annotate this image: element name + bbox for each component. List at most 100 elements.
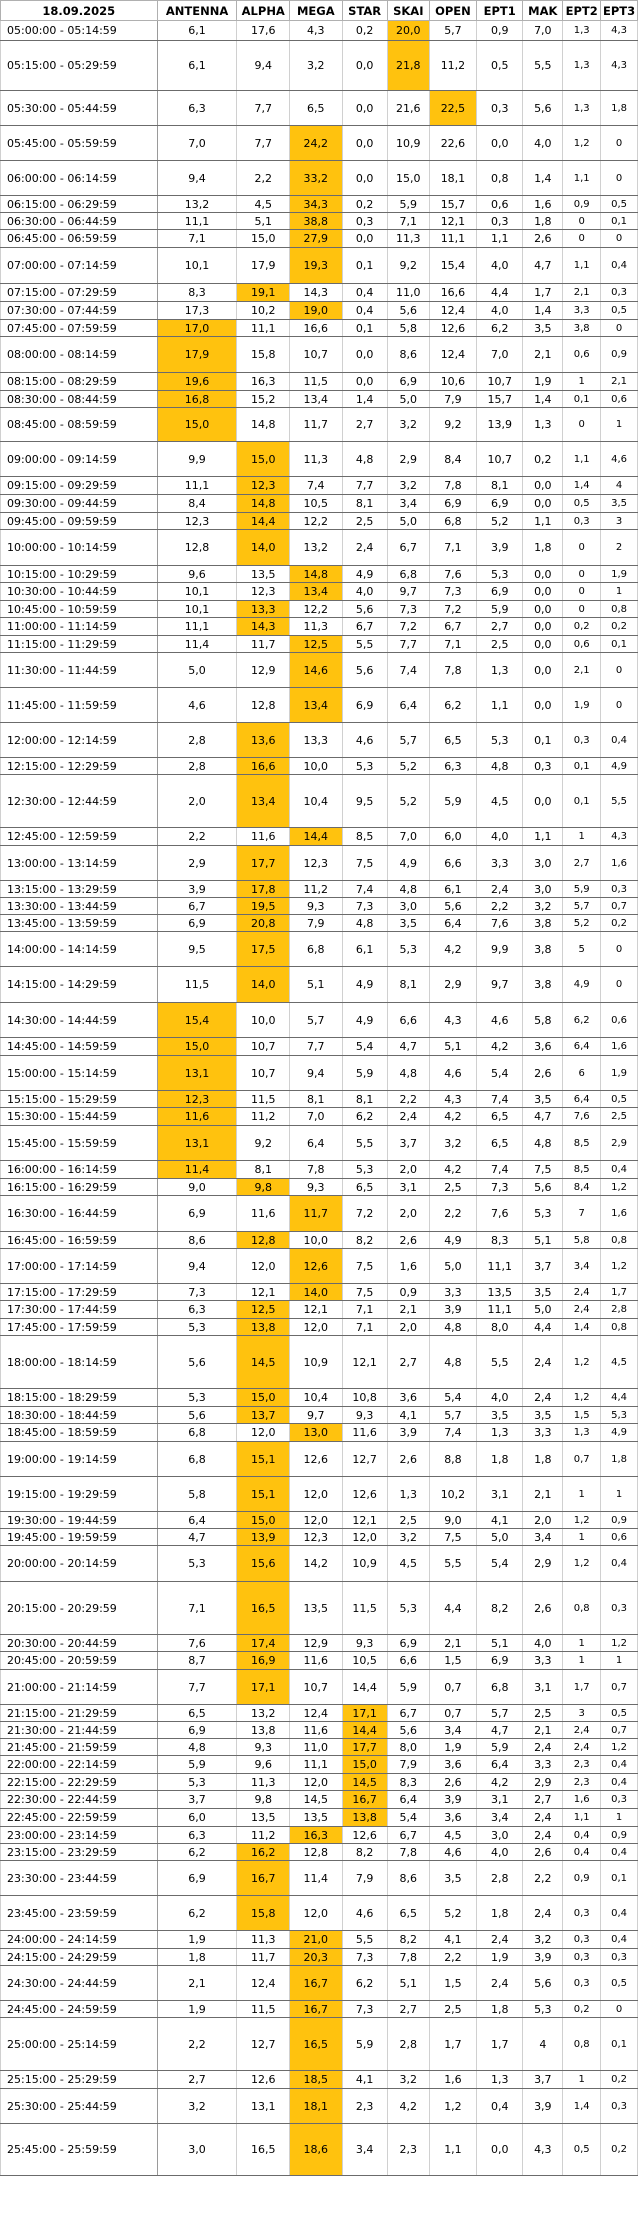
table-row: 13:45:00 - 13:59:59 6,9 20,8 7,9 4,8 3,5 6,4 7,… (0, 914, 638, 932)
rating-cell: 5 (562, 931, 602, 967)
rating-cell: 4,8 (428, 1335, 478, 1389)
rating-cell: 1,3 (476, 652, 524, 688)
rating-cell: 3,3 (428, 1283, 478, 1301)
rating-cell: 6,3 (156, 1300, 238, 1319)
rating-cell: 3,4 (428, 1721, 478, 1739)
rating-cell: 0 (600, 2000, 638, 2018)
rating-cell: 8,6 (386, 336, 430, 373)
rating-cell: 3,2 (522, 897, 564, 915)
table-row: 12:30:00 - 12:44:59 2,0 13,4 10,4 9,5 5,2 5,9 4… (0, 774, 638, 828)
rating-cell: 5,5 (341, 1125, 388, 1161)
rating-cell: 15,0 (386, 160, 430, 196)
rating-cell: 5,4 (386, 1808, 430, 1827)
time-slot: 07:15:00 - 07:29:59 (0, 283, 158, 302)
rating-cell: 1 (600, 1476, 638, 1512)
rating-cell: 16,6 (428, 283, 478, 302)
rating-cell: 4,9 (386, 845, 430, 881)
header-channel: ALPHA (236, 0, 291, 21)
rating-cell: 0,0 (522, 565, 564, 583)
rating-cell: 5,4 (476, 1055, 524, 1091)
rating-cell: 0,9 (476, 20, 524, 41)
rating-cell: 1,8 (476, 1441, 524, 1477)
rating-cell: 34,3 (289, 195, 343, 213)
rating-cell: 6,4 (562, 1090, 602, 1108)
header-channel: EPT3 (600, 0, 638, 21)
rating-cell: 1,7 (600, 1283, 638, 1301)
header-row: 18.09.2025 ANTENNA ALPHA MEGA STAR SKAI … (0, 0, 638, 21)
rating-cell: 0,4 (562, 1843, 602, 1861)
rating-cell: 3,0 (476, 1826, 524, 1844)
rating-cell: 13,3 (236, 600, 291, 618)
rating-cell: 1,6 (600, 845, 638, 881)
rating-cell: 15,0 (236, 441, 291, 477)
time-slot: 15:45:00 - 15:59:59 (0, 1125, 158, 1161)
rating-cell: 6,0 (156, 1808, 238, 1827)
rating-cell: 4,7 (522, 247, 564, 284)
rating-cell: 4,4 (600, 1388, 638, 1407)
table-row: 17:45:00 - 17:59:59 5,3 13,8 12,0 7,1 2,0 4,8 8… (0, 1318, 638, 1336)
rating-cell: 6,8 (289, 931, 343, 967)
rating-cell: 13,7 (236, 1406, 291, 1424)
rating-cell: 12,1 (236, 1283, 291, 1301)
rating-cell: 1,3 (562, 20, 602, 41)
rating-cell: 2,7 (386, 2000, 430, 2018)
rating-cell: 0 (600, 125, 638, 161)
rating-cell: 3,3 (522, 1423, 564, 1442)
time-slot: 05:15:00 - 05:29:59 (0, 40, 158, 91)
rating-cell: 6,9 (476, 494, 524, 513)
rating-cell: 11,1 (156, 476, 238, 495)
rating-cell: 11,4 (156, 635, 238, 653)
rating-cell: 6,1 (156, 40, 238, 91)
rating-cell: 2,4 (522, 1895, 564, 1931)
rating-cell: 2,2 (428, 1195, 478, 1232)
rating-cell: 7,6 (156, 1634, 238, 1652)
rating-cell: 17,9 (156, 336, 238, 373)
rating-cell: 8,5 (341, 827, 388, 846)
table-row: 13:15:00 - 13:29:59 3,9 17,8 11,2 7,4 4,8 6,1 2… (0, 880, 638, 898)
rating-cell: 6,7 (428, 617, 478, 636)
rating-cell: 1,6 (562, 1790, 602, 1809)
rating-cell: 1,6 (600, 1037, 638, 1056)
rating-cell: 14,2 (289, 1545, 343, 1582)
rating-cell: 3,2 (386, 476, 430, 495)
rating-cell: 11,6 (289, 1651, 343, 1670)
rating-cell: 0,1 (341, 247, 388, 284)
rating-cell: 11,6 (156, 1107, 238, 1126)
table-row: 06:15:00 - 06:29:59 13,2 4,5 34,3 0,2 5,9 15,7… (0, 195, 638, 213)
rating-cell: 7,2 (428, 600, 478, 618)
rating-cell: 0,7 (600, 897, 638, 915)
rating-cell: 4,9 (562, 966, 602, 1003)
rating-cell: 11,1 (428, 229, 478, 248)
time-slot: 22:00:00 - 22:14:59 (0, 1755, 158, 1774)
rating-cell: 5,3 (156, 1773, 238, 1791)
table-row: 05:15:00 - 05:29:59 6,1 9,4 3,2 0,0 21,8 11,2 0… (0, 40, 638, 91)
rating-cell: 0,0 (341, 229, 388, 248)
rating-cell: 2,4 (522, 1335, 564, 1389)
rating-cell: 10,1 (156, 600, 238, 618)
rating-cell: 1,5 (562, 1406, 602, 1424)
rating-cell: 2,4 (562, 1738, 602, 1756)
rating-cell: 1,4 (341, 390, 388, 408)
rating-cell: 17,9 (236, 247, 291, 284)
rating-cell: 8,3 (476, 1231, 524, 1249)
rating-cell: 0,4 (600, 1773, 638, 1791)
rating-cell: 0,4 (600, 1843, 638, 1861)
rating-cell: 8,6 (156, 1231, 238, 1249)
time-slot: 06:15:00 - 06:29:59 (0, 195, 158, 213)
rating-cell: 5,9 (386, 195, 430, 213)
time-slot: 16:45:00 - 16:59:59 (0, 1231, 158, 1249)
rating-cell: 6,9 (156, 914, 238, 932)
rating-cell: 2,3 (386, 2123, 430, 2176)
rating-cell: 6,9 (156, 1721, 238, 1739)
rating-cell: 3,1 (476, 1476, 524, 1512)
table-row: 08:00:00 - 08:14:59 17,9 15,8 10,7 0,0 8,6 12,… (0, 336, 638, 373)
rating-cell: 2,5 (522, 1704, 564, 1722)
rating-cell: 2,4 (476, 880, 524, 898)
rating-cell: 5,4 (476, 1545, 524, 1582)
rating-cell: 0 (562, 407, 602, 442)
rating-cell: 5,6 (386, 301, 430, 320)
rating-cell: 9,7 (386, 582, 430, 601)
rating-cell: 7,8 (428, 476, 478, 495)
rating-cell: 11,5 (236, 1090, 291, 1108)
rating-cell: 7,5 (341, 1248, 388, 1284)
